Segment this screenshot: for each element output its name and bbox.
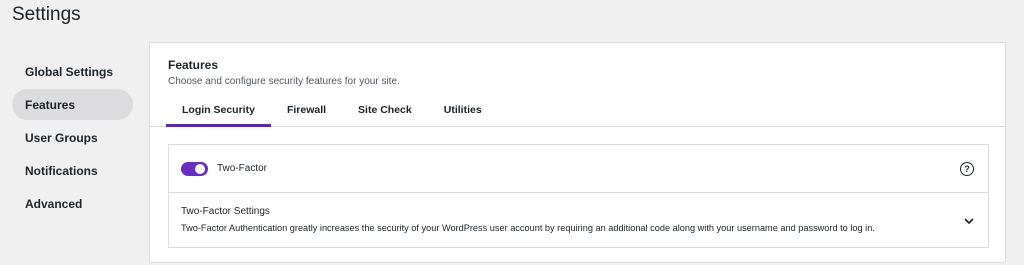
toggle-knob: [195, 163, 205, 174]
sidebar-item-notifications[interactable]: Notifications: [12, 155, 133, 186]
sidebar-item-user-groups[interactable]: User Groups: [12, 122, 133, 153]
page-title: Settings: [12, 4, 81, 25]
feature-settings-section[interactable]: Two-Factor Settings Two-Factor Authentic…: [169, 193, 988, 233]
sidebar-item-global-settings[interactable]: Global Settings: [12, 56, 133, 87]
card-title: Features: [168, 58, 219, 72]
tab-site-check[interactable]: Site Check: [342, 104, 428, 127]
settings-description: Two-Factor Authentication greatly increa…: [181, 223, 875, 233]
chevron-down-icon[interactable]: [964, 216, 974, 226]
feature-tabs: Login Security Firewall Site Check Utili…: [166, 104, 498, 127]
feature-name: Two-Factor: [217, 163, 268, 174]
card-description: Choose and configure security features f…: [168, 76, 400, 87]
help-circle-icon[interactable]: ?: [960, 162, 974, 176]
settings-title: Two-Factor Settings: [181, 206, 270, 217]
two-factor-panel: Two-Factor ? Two-Factor Settings Two-Fac…: [168, 144, 989, 248]
tab-firewall[interactable]: Firewall: [271, 104, 342, 127]
two-factor-toggle[interactable]: [181, 161, 208, 176]
sidebar-item-advanced[interactable]: Advanced: [12, 188, 133, 219]
tab-utilities[interactable]: Utilities: [428, 104, 498, 127]
features-card: Features Choose and configure security f…: [149, 42, 1006, 263]
card-header: Features Choose and configure security f…: [150, 43, 1005, 127]
tab-login-security[interactable]: Login Security: [166, 104, 271, 127]
feature-row: Two-Factor ?: [169, 145, 988, 193]
sidebar: Global Settings Features User Groups Not…: [12, 56, 133, 221]
sidebar-item-features[interactable]: Features: [12, 89, 133, 120]
